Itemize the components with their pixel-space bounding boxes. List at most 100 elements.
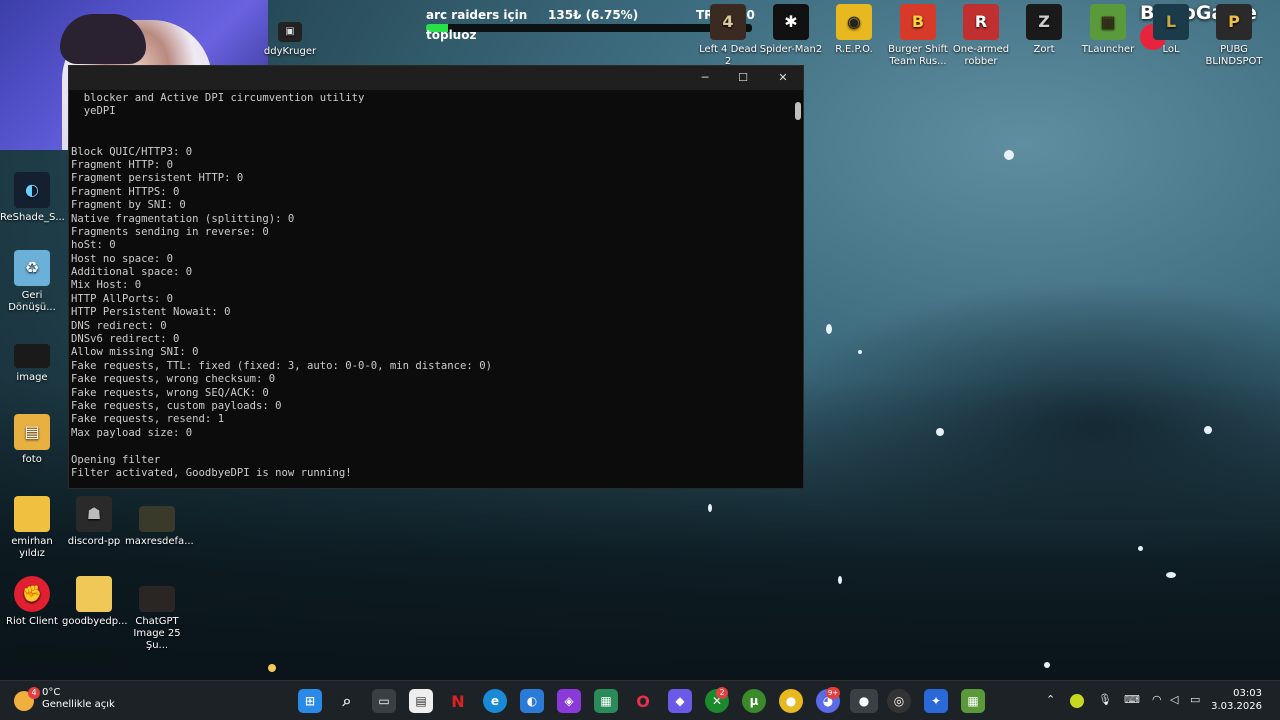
desktop-icon-label: PUBG BLINDSPOT (1205, 44, 1263, 67)
close-button[interactable]: ✕ (771, 70, 795, 86)
system-clock[interactable]: 03:03 3.03.2026 (1211, 687, 1262, 713)
riot-client-icon: ✊ (14, 576, 50, 612)
obs-icon[interactable]: ◎ (887, 689, 911, 713)
opera-gx-icon[interactable]: O (631, 689, 655, 713)
tray-app-icon[interactable] (1070, 694, 1084, 708)
battery-icon[interactable]: ▭ (1190, 693, 1200, 706)
desktop-icon-one-armed-robber[interactable]: R One-armed robber (949, 4, 1013, 68)
snowflake (936, 428, 944, 436)
spiderman-icon: ✱ (773, 4, 809, 40)
console-line: Mix Host: 0 (71, 279, 142, 292)
folder-icon (14, 496, 50, 532)
weather-description: Genellikle açık (42, 699, 115, 710)
minimize-button[interactable]: ─ (693, 70, 717, 86)
desktop-icon-chatgpt-image[interactable]: ChatGPT Image 25 Şu... (125, 586, 189, 652)
desktop-icon-riot-client[interactable]: ✊ Riot Client (0, 576, 64, 628)
console-line: Allow missing SNI: 0 (71, 346, 199, 359)
desktop-icon-left4dead2[interactable]: 4 Left 4 Dead 2 (696, 4, 760, 68)
app-icon[interactable]: ◈ (557, 689, 581, 713)
app-icon[interactable]: ✦ (924, 689, 948, 713)
desktop-icon-foto[interactable]: ▤ foto (0, 414, 64, 466)
snowflake (1204, 426, 1212, 434)
console-line: Fragment by SNI: 0 (71, 199, 186, 212)
console-line: Fragments sending in reverse: 0 (71, 225, 269, 238)
image-thumbnail-icon (14, 344, 50, 368)
pubg-blindspot-icon: P (1216, 4, 1252, 40)
desktop-icon-label: discord-pp (67, 536, 121, 547)
donation-goal-subtitle: topluoz (426, 28, 477, 42)
desktop-icon-image[interactable]: image (0, 344, 64, 384)
console-line: Opening filter (71, 453, 161, 466)
snowflake (708, 504, 712, 512)
desktop-icon-spiderman2[interactable]: ✱ Spider-Man2 (759, 4, 823, 56)
store-icon[interactable]: ▦ (594, 689, 618, 713)
console-scrollbar[interactable] (795, 102, 801, 120)
desktop-icon-discord-pp[interactable]: ☗ discord-pp (62, 496, 126, 548)
snowflake (1004, 150, 1014, 160)
app-icon[interactable]: ◐ (520, 689, 544, 713)
desktop-icon-label: Burger Shift Team Rus... (888, 44, 948, 67)
utorrent-icon[interactable]: µ (742, 689, 766, 713)
ember (268, 664, 276, 672)
weather-temperature: 0°C (42, 687, 61, 698)
wifi-icon[interactable]: ◠ (1152, 693, 1162, 706)
notepad-icon[interactable]: ▤ (409, 689, 433, 713)
desktop-icon-reshade[interactable]: ◐ ReShade_S... (0, 172, 65, 224)
copilot-icon[interactable]: ◆ (668, 689, 692, 713)
goodbyedpi-console-window[interactable]: ─ ☐ ✕ blocker and Active DPI circumventi… (68, 65, 804, 489)
volume-icon[interactable]: ◁ (1170, 693, 1178, 706)
chrome-active-icon[interactable]: ● (850, 689, 878, 713)
one-armed-robber-icon: R (963, 4, 999, 40)
weather-widget[interactable]: 4 0°C Genellikle açık (14, 687, 115, 711)
desktop-icon-label: goodbyedp... (62, 616, 128, 627)
desktop-icon-zort[interactable]: Z Zort (1012, 4, 1076, 56)
microphone-icon[interactable]: 🎙 (1098, 693, 1112, 706)
desktop-icon-maxresdefault[interactable]: maxresdefa... (125, 506, 194, 548)
desktop-icon-lol[interactable]: L LoL (1139, 4, 1203, 56)
console-line: Fragment persistent HTTP: 0 (71, 172, 244, 185)
windows-start-icon[interactable]: ⊞ (298, 689, 322, 713)
clock-date: 3.03.2026 (1211, 701, 1262, 712)
keyboard-icon[interactable]: ⌨ (1124, 693, 1140, 706)
chrome-icon[interactable]: ● (779, 689, 803, 713)
minecraft-icon[interactable]: ▦ (961, 689, 985, 713)
desktop-icon-label: maxresdefa... (125, 536, 194, 547)
console-line: Fake requests, custom payloads: 0 (71, 399, 282, 412)
desktop-icon-goodbyedpi[interactable]: goodbyedp... (62, 576, 128, 628)
maximize-button[interactable]: ☐ (731, 70, 755, 86)
desktop-icon-label: emirhan yıldız (11, 536, 53, 559)
edge-icon[interactable]: e (483, 689, 507, 713)
donation-goal-title: arc raiders için (426, 8, 528, 22)
repo-icon: ◉ (836, 4, 872, 40)
ddykruger-icon: ▣ (278, 22, 302, 42)
desktop-icon-pubg-blindspot[interactable]: P PUBG BLINDSPOT (1202, 4, 1266, 68)
desktop-icon-repo[interactable]: ◉ R.E.P.O. (822, 4, 886, 56)
snowflake (1138, 546, 1143, 551)
desktop-icon-recycle-bin[interactable]: ♻ Geri Dönüşü... (0, 250, 64, 314)
task-view-icon[interactable]: ▭ (372, 689, 396, 713)
desktop-icon-label: ddyKruger (263, 46, 317, 57)
folder-icon: ▤ (14, 414, 50, 450)
desktop-icon-label: ChatGPT Image 25 Şu... (133, 616, 181, 651)
console-line: Filter activated, GoodbyeDPI is now runn… (71, 466, 352, 479)
console-line: Host no space: 0 (71, 252, 174, 265)
console-line: Block QUIC/HTTP3: 0 (71, 145, 193, 158)
desktop-icon-label: Geri Dönüşü... (8, 290, 56, 313)
streamer-hair (60, 14, 146, 64)
console-line: Fragment HTTPS: 0 (71, 185, 180, 198)
desktop-icon-ddykruger[interactable]: ▣ ddyKruger (258, 22, 322, 58)
console-output: blocker and Active DPI circumvention uti… (69, 90, 787, 488)
folder-icon (76, 576, 112, 612)
desktop-icon-tlauncher[interactable]: ▦ TLauncher (1076, 4, 1140, 56)
desktop-icon-burger-shift[interactable]: B Burger Shift Team Rus... (886, 4, 950, 68)
desktop-icon-emirhan-yildiz[interactable]: emirhan yıldız (0, 496, 64, 560)
netflix-icon[interactable]: N (446, 689, 470, 713)
search-icon[interactable]: ⌕ (335, 689, 359, 713)
desktop-icon-label: LoL (1162, 44, 1180, 55)
show-hidden-icons-chevron-icon[interactable]: ⌃ (1046, 693, 1055, 706)
console-line: Fake requests, wrong checksum: 0 (71, 373, 276, 386)
window-titlebar[interactable]: ─ ☐ ✕ (69, 66, 803, 90)
desktop-icon-label: Riot Client (6, 616, 58, 627)
